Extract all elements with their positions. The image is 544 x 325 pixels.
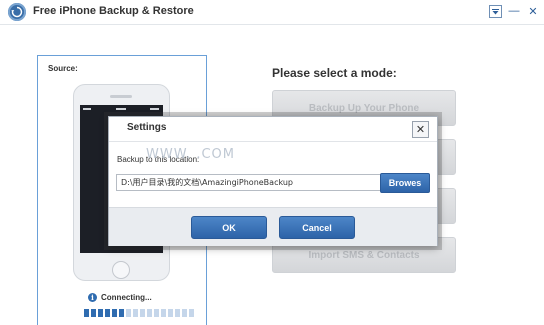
dropdown-menu-icon[interactable] — [489, 5, 502, 18]
phone-home-button — [112, 261, 130, 279]
ok-button[interactable]: OK — [191, 216, 267, 239]
close-icon: ✕ — [528, 5, 538, 18]
progress-segment — [84, 309, 89, 317]
app-logo-icon — [8, 3, 26, 21]
connection-status: i Connecting... — [88, 293, 152, 302]
window-title: Free iPhone Backup & Restore — [33, 5, 194, 17]
browse-button[interactable]: Browes — [380, 173, 430, 193]
settings-dialog: Settings ✕ Backup to this location: Brow… — [108, 116, 438, 246]
info-icon: i — [88, 293, 97, 302]
progress-segment — [112, 309, 117, 317]
dialog-close-button[interactable]: ✕ — [412, 121, 429, 138]
title-bar: Free iPhone Backup & Restore — ✕ — [0, 0, 544, 25]
progress-segment — [126, 309, 131, 317]
dialog-footer: OK Cancel — [109, 207, 437, 246]
progress-segment — [140, 309, 145, 317]
progress-segment — [98, 309, 103, 317]
progress-segment — [168, 309, 173, 317]
close-icon: ✕ — [415, 124, 426, 136]
progress-segment — [154, 309, 159, 317]
close-window-button[interactable]: ✕ — [526, 4, 540, 18]
progress-segment — [182, 309, 187, 317]
progress-segment — [161, 309, 166, 317]
phone-status-bar — [83, 108, 159, 110]
dialog-title: Settings — [127, 122, 167, 133]
progress-segment — [175, 309, 180, 317]
connection-progress — [84, 309, 194, 317]
phone-speaker — [110, 95, 132, 98]
source-label: Source: — [48, 64, 78, 73]
cancel-button[interactable]: Cancel — [279, 216, 355, 239]
minimize-button[interactable]: — — [507, 4, 521, 18]
progress-segment — [91, 309, 96, 317]
watermark-text: WWW. .COM — [146, 147, 235, 162]
progress-segment — [133, 309, 138, 317]
progress-segment — [147, 309, 152, 317]
connection-status-text: Connecting... — [101, 293, 152, 302]
progress-segment — [105, 309, 110, 317]
progress-segment — [119, 309, 124, 317]
minimize-icon: — — [508, 5, 520, 17]
progress-segment — [189, 309, 194, 317]
backup-path-input[interactable] — [116, 174, 384, 191]
mode-heading: Please select a mode: — [272, 66, 397, 80]
dialog-divider — [109, 141, 437, 142]
